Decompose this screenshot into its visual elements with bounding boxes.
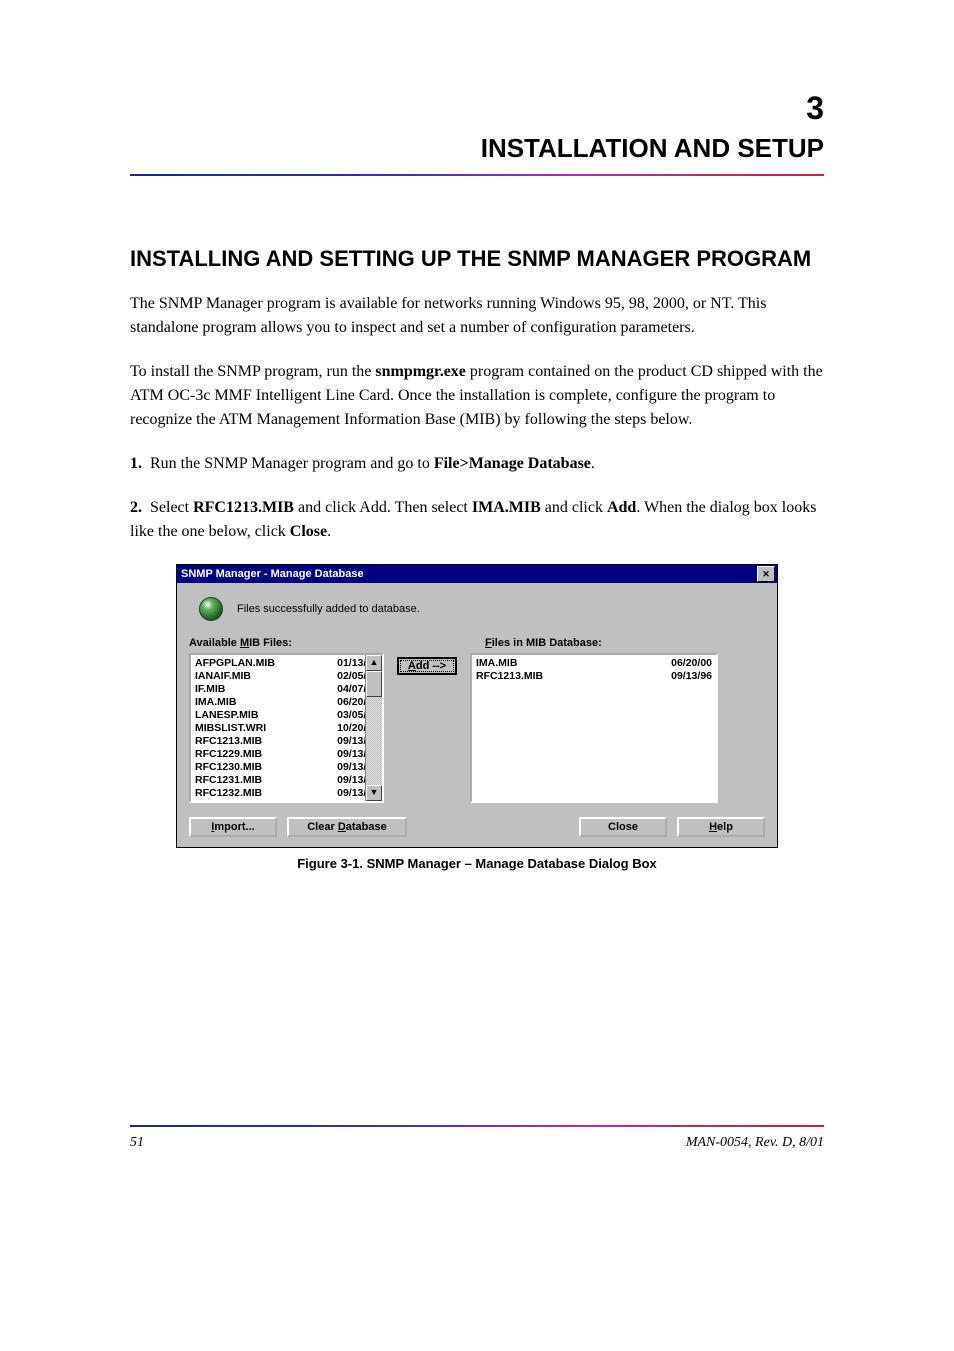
list-item[interactable]: RFC1213.MIB 09/13/96 — [474, 670, 714, 683]
help-button[interactable]: Help — [677, 817, 765, 837]
list-item-name: IANAIF.MIB — [195, 670, 251, 683]
list-item[interactable]: IMA.MIB06/20/00 — [193, 696, 380, 709]
list-item[interactable]: RFC1230.MIB09/13/96 — [193, 761, 380, 774]
list-item[interactable]: IMA.MIB 06/20/00 — [474, 657, 714, 670]
filename-snmpmgr: snmpmgr.exe — [371, 363, 470, 380]
list-item-name: IMA.MIB — [476, 657, 517, 670]
doc-revision: MAN-0054, Rev. D, 8/01 — [686, 1135, 824, 1151]
scroll-up-icon[interactable]: ▲ — [366, 655, 382, 671]
text: . — [591, 455, 595, 472]
text: . — [327, 523, 331, 540]
text: Select — [150, 499, 193, 516]
file-ima: IMA.MIB — [472, 499, 541, 516]
list-item-date: 09/13/96 — [671, 670, 712, 683]
text: and click — [541, 499, 607, 516]
list-item[interactable]: RFC1229.MIB09/13/96 — [193, 748, 380, 761]
list-item-name: RFC1232.MIB — [195, 787, 262, 800]
scrollbar[interactable]: ▲ ▼ — [365, 655, 382, 801]
status-sphere-icon — [199, 597, 223, 621]
dialog-title: SNMP Manager - Manage Database — [181, 568, 364, 580]
chapter-title: INSTALLATION AND SETUP — [130, 133, 824, 164]
list-item[interactable]: RFC1231.MIB09/13/96 — [193, 774, 380, 787]
file-rfc1213: RFC1213.MIB — [193, 499, 294, 516]
text: To install the SNMP program, run the — [130, 363, 371, 380]
step-2: 2. Select RFC1213.MIB and click Add. The… — [130, 496, 824, 544]
btn-name-close: Close — [290, 523, 327, 540]
list-item-name: IF.MIB — [195, 683, 225, 696]
list-item-name: MIBSLIST.WRI — [195, 722, 266, 735]
install-paragraph: To install the SNMP program, run the snm… — [130, 360, 824, 432]
list-item-date: 06/20/00 — [671, 657, 712, 670]
figure: SNMP Manager - Manage Database ✕ Files s… — [130, 564, 824, 871]
available-mib-label: Available MIB Files: — [189, 637, 399, 649]
scroll-thumb[interactable] — [366, 671, 382, 697]
list-item-name: AFPGPLAN.MIB — [195, 657, 275, 670]
scroll-down-icon[interactable]: ▼ — [366, 785, 382, 801]
dialog-titlebar[interactable]: SNMP Manager - Manage Database ✕ — [177, 565, 777, 583]
section-title: INSTALLING AND SETTING UP THE SNMP MANAG… — [130, 246, 824, 272]
list-item[interactable]: IF.MIB04/07/97 — [193, 683, 380, 696]
list-item[interactable]: IANAIF.MIB02/05/97 — [193, 670, 380, 683]
list-item[interactable]: AFPGPLAN.MIB01/13/99 — [193, 657, 380, 670]
step-1: 1. Run the SNMP Manager program and go t… — [130, 452, 824, 476]
list-item-name: RFC1213.MIB — [195, 735, 262, 748]
list-item-name: LANESP.MIB — [195, 709, 258, 722]
footer-rule — [130, 1125, 824, 1127]
list-item-name: IMA.MIB — [195, 696, 236, 709]
list-item[interactable]: RFC1232.MIB09/13/96 — [193, 787, 380, 800]
dialog-body: Files successfully added to database. Av… — [177, 583, 777, 847]
list-item[interactable]: RFC1213.MIB09/13/96 — [193, 735, 380, 748]
text: and click Add. Then select — [294, 499, 472, 516]
close-button[interactable]: Close — [579, 817, 667, 837]
files-in-db-label: Files in MIB Database: — [485, 637, 602, 649]
available-mib-listbox[interactable]: AFPGPLAN.MIB01/13/99IANAIF.MIB02/05/97IF… — [189, 653, 384, 803]
list-item-name: RFC1230.MIB — [195, 761, 262, 774]
chapter-number: 3 — [130, 90, 824, 127]
files-in-db-listbox[interactable]: IMA.MIB 06/20/00 RFC1213.MIB 09/13/96 — [470, 653, 718, 803]
add-button[interactable]: Add --> — [397, 657, 457, 675]
list-item[interactable]: MIBSLIST.WRI10/20/97 — [193, 722, 380, 735]
text: Run the SNMP Manager program and go to — [150, 455, 434, 472]
intro-paragraph: The SNMP Manager program is available fo… — [130, 292, 824, 340]
header-rule — [130, 174, 824, 176]
list-item-name: RFC1213.MIB — [476, 670, 543, 683]
footer: 51 MAN-0054, Rev. D, 8/01 — [130, 1135, 824, 1151]
list-item-name: RFC1231.MIB — [195, 774, 262, 787]
import-button[interactable]: Import... — [189, 817, 277, 837]
list-item-name: RFC1229.MIB — [195, 748, 262, 761]
clear-database-button[interactable]: Clear Database — [287, 817, 407, 837]
status-row: Files successfully added to database. — [189, 595, 765, 637]
list-item[interactable]: LANESP.MIB03/05/99 — [193, 709, 380, 722]
page-number: 51 — [130, 1135, 144, 1151]
scroll-track[interactable] — [366, 671, 382, 785]
status-message: Files successfully added to database. — [237, 603, 420, 615]
dialog-snmp-manage-database: SNMP Manager - Manage Database ✕ Files s… — [176, 564, 778, 848]
menu-path: File>Manage Database — [434, 455, 591, 472]
close-icon[interactable]: ✕ — [757, 566, 775, 582]
btn-name-add: Add — [607, 499, 636, 516]
figure-caption: Figure 3-1. SNMP Manager – Manage Databa… — [130, 856, 824, 871]
